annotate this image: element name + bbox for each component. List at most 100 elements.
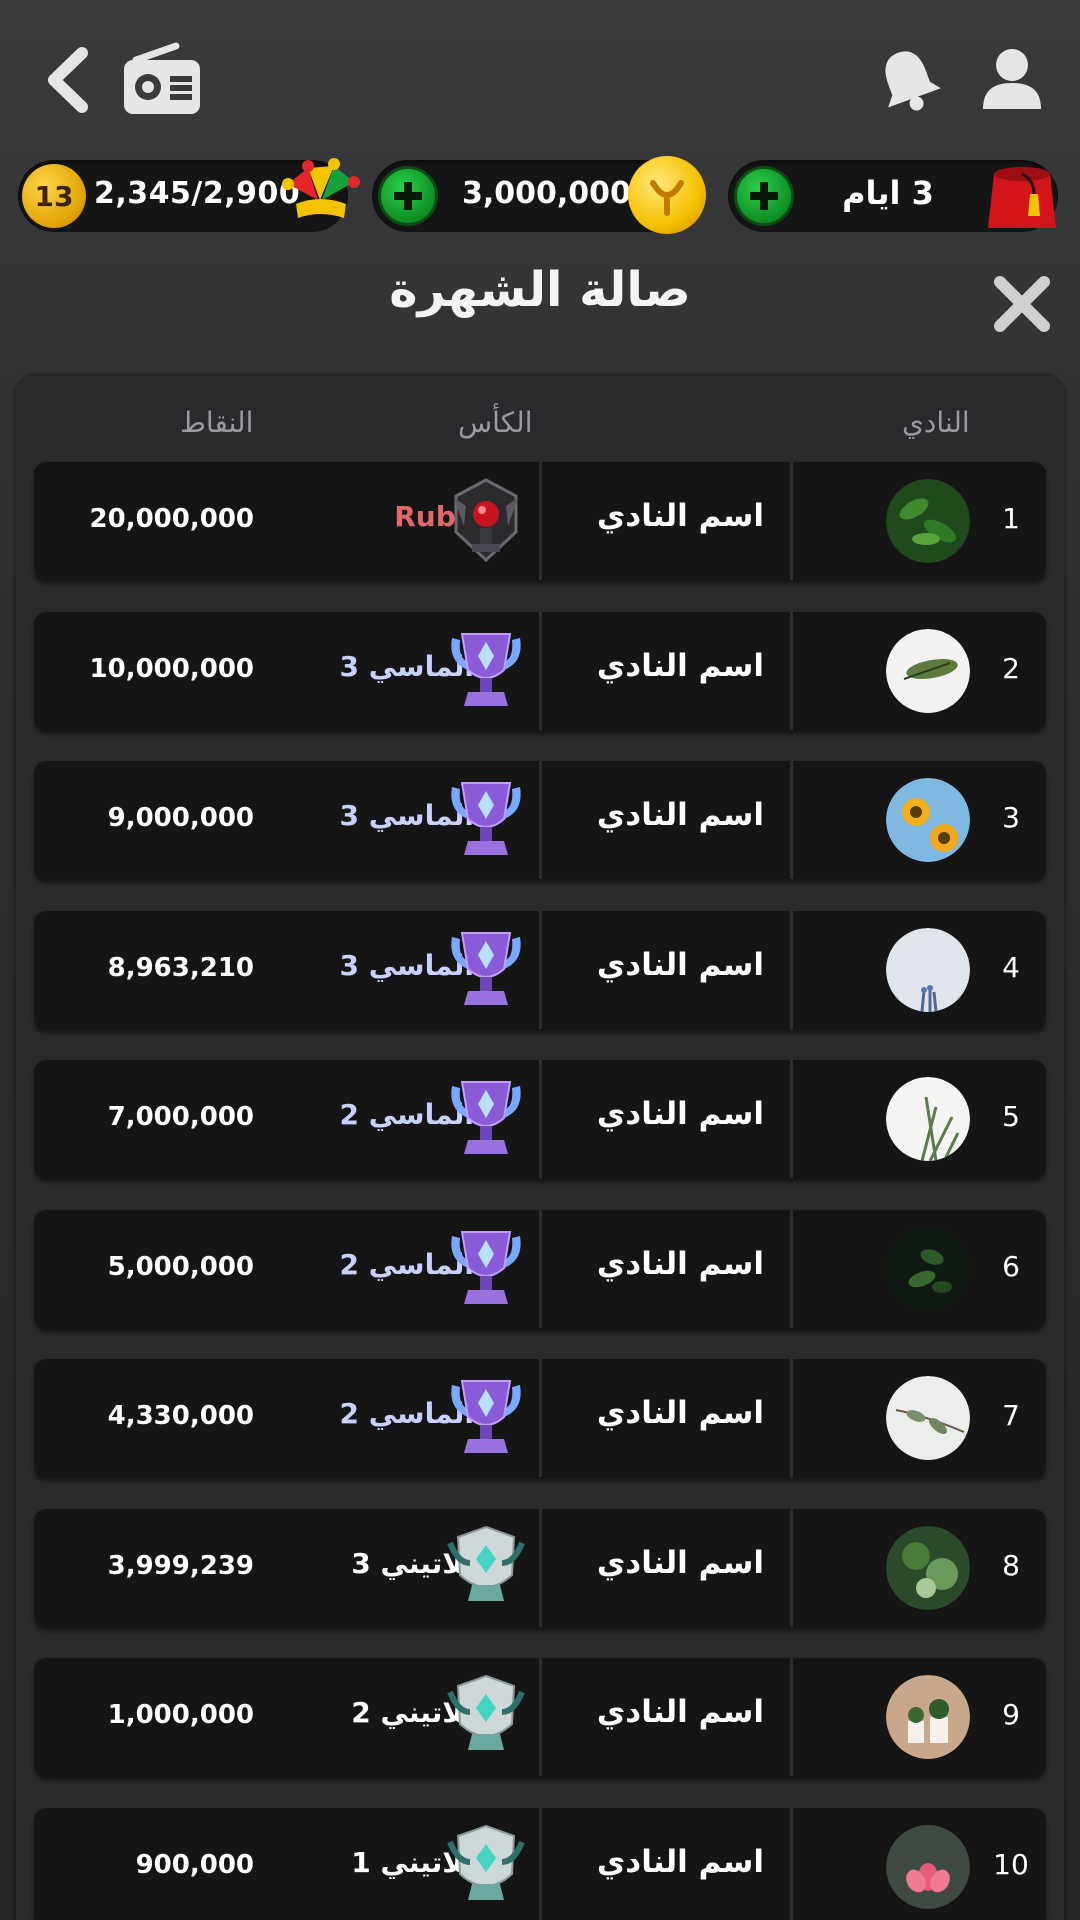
club-avatar[interactable] (886, 1077, 970, 1161)
column-header-club: النادي (902, 406, 970, 439)
diamond-trophy-icon (444, 1074, 528, 1164)
club-avatar[interactable] (886, 1226, 970, 1311)
column-divider (539, 1060, 542, 1178)
club-name[interactable]: اسم النادي (574, 1545, 764, 1581)
column-divider (539, 1658, 542, 1776)
club-name[interactable]: اسم النادي (574, 1246, 764, 1282)
rank-number: 5 (1002, 1100, 1020, 1133)
club-avatar[interactable] (886, 927, 970, 1012)
close-icon[interactable] (990, 272, 1054, 336)
club-name[interactable]: اسم النادي (574, 648, 764, 684)
club-name[interactable]: اسم النادي (574, 1844, 764, 1880)
leaderboard-row[interactable]: 4,330,000 الماسي 2 اسم النادي 7 (34, 1359, 1046, 1477)
club-points: 10,000,000 (89, 653, 254, 684)
diamond-trophy-icon (444, 626, 528, 716)
column-divider (790, 462, 793, 580)
column-divider (790, 1060, 793, 1178)
column-divider (539, 611, 542, 730)
club-avatar[interactable] (886, 1824, 970, 1909)
rank-number: 8 (1002, 1548, 1020, 1582)
top-bar (0, 0, 1080, 150)
club-points: 3,999,239 (107, 1550, 254, 1581)
add-vip-button[interactable] (734, 166, 794, 226)
column-divider (790, 1508, 793, 1627)
coins-amount: 3,000,000 (462, 176, 631, 211)
column-divider (539, 462, 542, 580)
rank-number: 1 (1002, 502, 1020, 535)
club-name[interactable]: اسم النادي (574, 947, 764, 983)
club-points: 8,963,210 (107, 952, 254, 983)
column-header-cup: الكأس (458, 406, 533, 439)
club-points: 7,000,000 (107, 1102, 254, 1132)
leaderboard-row[interactable]: 900,000 بلاتيني 1 اسم النادي 10 (34, 1807, 1046, 1920)
column-divider (790, 611, 793, 730)
leaderboard-row[interactable]: 20,000,000 Ruby اسم النادي 1 (34, 462, 1046, 580)
add-coins-button[interactable] (378, 166, 438, 226)
leaderboard-row[interactable]: 9,000,000 الماسي 3 اسم النادي 3 (34, 761, 1046, 879)
cup-label: Ruby (394, 500, 474, 533)
ruby-trophy-icon (444, 476, 528, 566)
diamond-trophy-icon (444, 1224, 528, 1314)
column-divider (539, 1209, 542, 1328)
coins-pill[interactable]: 3,000,000 (372, 156, 706, 234)
column-divider (539, 910, 542, 1029)
gold-coin-icon (628, 156, 706, 234)
club-points: 900,000 (135, 1849, 254, 1880)
club-points: 5,000,000 (107, 1251, 254, 1282)
xp-pill[interactable]: 13 2,345/2,900 (18, 158, 360, 232)
column-divider (539, 1359, 542, 1477)
platinum-trophy-icon (444, 1822, 528, 1912)
radio-icon[interactable] (112, 30, 212, 130)
leaderboard-row[interactable]: 10,000,000 الماسي 3 اسم النادي 2 (34, 611, 1046, 730)
leaderboard-row[interactable]: 5,000,000 الماسي 2 اسم النادي 6 (34, 1209, 1046, 1328)
cup-label: بلاتيني 2 (351, 1696, 474, 1729)
rank-number: 9 (1002, 1698, 1020, 1731)
club-avatar[interactable] (886, 1675, 970, 1759)
column-divider (790, 1658, 793, 1776)
club-avatar[interactable] (886, 778, 970, 862)
cup-label: الماسي 3 (339, 649, 475, 683)
column-divider (790, 1807, 793, 1920)
cup-label: الماسي 2 (339, 1098, 475, 1131)
diamond-trophy-icon (444, 925, 528, 1015)
club-name[interactable]: اسم النادي (574, 1694, 764, 1730)
column-divider (539, 1807, 542, 1920)
rank-number: 7 (1002, 1399, 1020, 1432)
club-name[interactable]: اسم النادي (574, 1395, 764, 1431)
club-points: 9,000,000 (107, 803, 254, 833)
club-avatar[interactable] (886, 479, 970, 563)
profile-icon[interactable] (962, 30, 1062, 130)
club-name[interactable]: اسم النادي (574, 797, 764, 833)
club-points: 20,000,000 (89, 504, 254, 534)
rank-number: 4 (1002, 950, 1020, 984)
rank-number: 2 (1002, 651, 1020, 685)
cup-label: الماسي 3 (339, 948, 475, 982)
leaderboard-row[interactable]: 8,963,210 الماسي 3 اسم النادي 4 (34, 910, 1046, 1029)
diamond-trophy-icon (444, 775, 528, 865)
xp-progress-text: 2,345/2,900 (94, 176, 301, 211)
club-avatar[interactable] (886, 1376, 970, 1460)
vip-days-pill[interactable]: 3 ايام (728, 160, 1058, 232)
leaderboard-row[interactable]: 1,000,000 بلاتيني 2 اسم النادي 9 (34, 1658, 1046, 1776)
column-header-points: النقاط (180, 406, 254, 439)
club-avatar[interactable] (886, 1525, 970, 1610)
vip-days-text: 3 ايام (842, 174, 934, 212)
column-divider (790, 761, 793, 879)
club-name[interactable]: اسم النادي (574, 1096, 764, 1132)
back-chevron-icon[interactable] (18, 30, 118, 130)
diamond-trophy-icon (444, 1373, 528, 1463)
cup-label: الماسي 2 (339, 1247, 475, 1281)
bell-icon[interactable] (858, 30, 958, 130)
column-divider (790, 1209, 793, 1328)
club-avatar[interactable] (886, 628, 970, 713)
cup-label: الماسي 2 (339, 1397, 475, 1430)
club-name[interactable]: اسم النادي (574, 498, 764, 534)
rank-number: 10 (993, 1847, 1029, 1881)
cup-label: بلاتيني 3 (351, 1546, 474, 1580)
jester-hat-icon (278, 154, 362, 238)
column-divider (539, 1508, 542, 1627)
platinum-trophy-icon (444, 1672, 528, 1762)
cup-label: بلاتيني 1 (351, 1845, 474, 1879)
leaderboard-row[interactable]: 3,999,239 بلاتيني 3 اسم النادي 8 (34, 1508, 1046, 1627)
leaderboard-row[interactable]: 7,000,000 الماسي 2 اسم النادي 5 (34, 1060, 1046, 1178)
